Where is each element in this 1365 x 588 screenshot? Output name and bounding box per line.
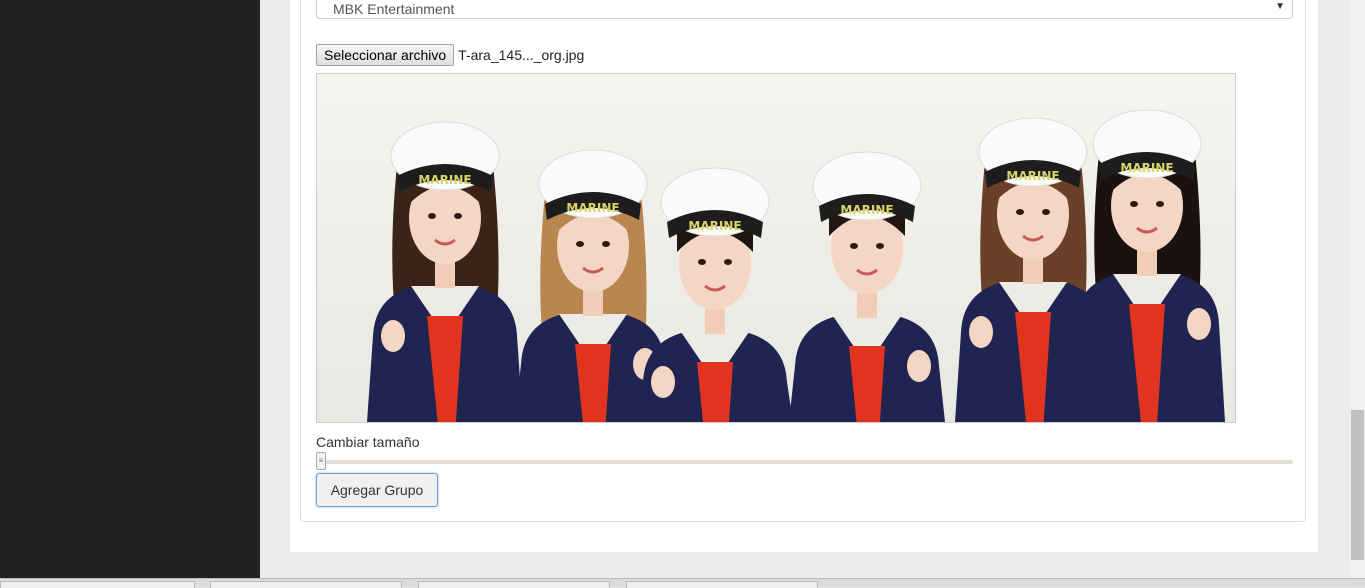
form-panel: MBK Entertainment ▼ Seleccionar archivo … xyxy=(290,0,1318,552)
taskbar xyxy=(0,578,1365,588)
agency-select[interactable]: MBK Entertainment ▼ xyxy=(316,0,1293,19)
file-input-row: Seleccionar archivo T-ara_145..._org.jpg xyxy=(316,44,584,66)
sidebar xyxy=(0,0,260,578)
group-form-card: MBK Entertainment ▼ Seleccionar archivo … xyxy=(300,0,1306,522)
choose-file-button[interactable]: Seleccionar archivo xyxy=(316,44,455,66)
agency-select-value: MBK Entertainment xyxy=(333,1,455,17)
chevron-down-icon: ▼ xyxy=(1275,1,1285,12)
cap-lettering: MARINE xyxy=(418,173,471,187)
add-group-button[interactable]: Agregar Grupo xyxy=(316,473,438,507)
cap-lettering: MARINE xyxy=(1006,169,1059,183)
resize-slider-track[interactable] xyxy=(316,460,1293,464)
cap-lettering: MARINE xyxy=(566,201,619,215)
scrollbar-thumb[interactable] xyxy=(1351,410,1364,560)
selected-file-name: T-ara_145..._org.jpg xyxy=(458,47,585,63)
page-scrollbar[interactable] xyxy=(1350,0,1365,578)
image-preview: MARINE MARINE MARINE MARINE MARINE MARINE xyxy=(316,73,1236,423)
cap-lettering: MARINE xyxy=(688,219,741,233)
cap-lettering: MARINE xyxy=(1120,161,1173,175)
resize-slider-handle[interactable]: ≡ xyxy=(316,452,326,470)
content-area: MBK Entertainment ▼ Seleccionar archivo … xyxy=(260,0,1350,578)
resize-label: Cambiar tamaño xyxy=(316,434,420,450)
cap-lettering: MARINE xyxy=(840,203,893,217)
group-photo-illustration: MARINE MARINE MARINE MARINE MARINE MARINE xyxy=(317,74,1235,422)
